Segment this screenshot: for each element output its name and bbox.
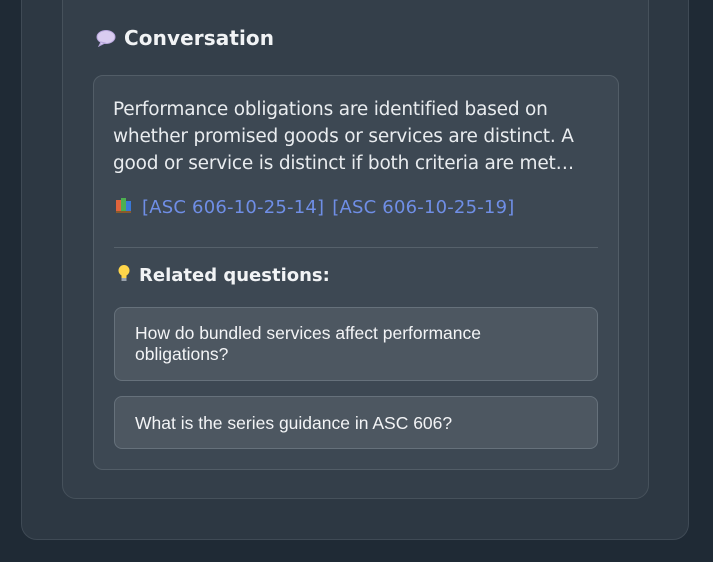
citation-link-1[interactable]: [ASC 606-10-25-14] [142, 197, 324, 218]
related-question-button[interactable]: How do bundled services affect performan… [114, 307, 598, 381]
conversation-title: Conversation [124, 26, 275, 50]
citation-row: [ASC 606-10-25-14] [ASC 606-10-25-19] [115, 197, 514, 218]
divider [114, 247, 598, 248]
related-questions-header: Related questions: [117, 264, 330, 286]
lightbulb-icon [117, 264, 131, 286]
books-icon [115, 197, 134, 218]
related-question-button[interactable]: What is the series guidance in ASC 606? [114, 396, 598, 449]
answer-text: Performance obligations are identified b… [113, 99, 574, 174]
conversation-header: Conversation [96, 26, 274, 50]
related-questions-title: Related questions: [139, 264, 330, 286]
citation-link-2[interactable]: [ASC 606-10-25-19] [332, 197, 514, 218]
speech-bubble-icon [96, 28, 116, 48]
